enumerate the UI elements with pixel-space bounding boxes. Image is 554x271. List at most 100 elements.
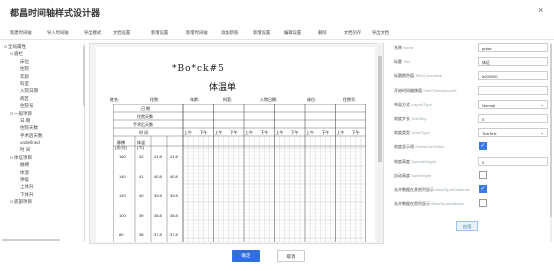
- property-hint: AllowSpanDataLine: [434, 187, 471, 192]
- tree-item[interactable]: 脉搏: [0, 161, 84, 168]
- toolbar-item-10[interactable]: 删除: [318, 30, 327, 36]
- chevron-down-icon[interactable]: ⌄: [541, 130, 544, 135]
- tree-item[interactable]: 住院号: [0, 102, 84, 109]
- tree-group[interactable]: ⊟全局属性: [0, 43, 84, 50]
- property-select[interactable]: TickText ⌄: [478, 128, 548, 138]
- document-scrollbar-thumb[interactable]: [378, 56, 382, 162]
- close-icon[interactable]: ×: [538, 5, 543, 15]
- patient-info-row: 姓名: 住院: 年龄: 科室: 入院日期: 床位: 住院号:: [110, 97, 368, 104]
- tree-item[interactable]: 住院天数: [0, 124, 84, 131]
- info-label: 入院日期:: [260, 97, 278, 102]
- scale-value: 39.8: [170, 193, 178, 198]
- property-label-text: 名称: [394, 45, 402, 50]
- tree-group[interactable]: ⊟一般项目: [0, 110, 84, 117]
- property-value: 体征: [482, 60, 490, 66]
- property-input[interactable]: 0: [478, 156, 548, 166]
- tree-group[interactable]: ⊟体征项目: [0, 154, 84, 161]
- window-title: 都昌时间轴样式设计器: [10, 8, 101, 18]
- tree-item[interactable]: 病区: [0, 95, 84, 102]
- tree-item[interactable]: undefined: [0, 139, 84, 146]
- toolbar-item-9[interactable]: 编辑设置: [284, 30, 301, 36]
- tree-item[interactable]: 科室: [0, 80, 84, 87]
- tree-group[interactable]: ⊟底部项目: [0, 198, 84, 205]
- temp-scale: 39: [139, 212, 144, 218]
- pulse-unit: (次/分): [115, 145, 127, 150]
- property-row: 自动高度 AutoHeight: [390, 170, 550, 181]
- toolbar-item-11[interactable]: 文档另存: [344, 30, 361, 36]
- property-value: TickText: [482, 131, 497, 137]
- property-label: 刻度显示线 ShowLineVisible: [394, 144, 444, 150]
- property-checkbox[interactable]: [479, 199, 487, 208]
- property-value: Normal: [482, 102, 495, 108]
- ampm-label: 上午: [184, 130, 192, 135]
- tree-label: 眉栏: [14, 51, 23, 57]
- property-label: 标题 Title: [394, 59, 411, 65]
- tree-item[interactable]: 下体升: [0, 191, 84, 198]
- property-label-text: 自动高度: [394, 172, 410, 178]
- tree-label: 科室: [20, 80, 29, 86]
- ok-button[interactable]: 确定: [232, 250, 260, 262]
- tree-item[interactable]: 手术后天数: [0, 132, 84, 139]
- property-scrollbar-thumb[interactable]: [550, 44, 552, 217]
- toolbar-item-3[interactable]: 导出模式: [84, 30, 101, 36]
- property-hint: Title: [402, 59, 411, 65]
- property-label-text: 布局方式: [394, 101, 410, 107]
- tree-item[interactable]: 床位: [0, 58, 84, 65]
- element-tree[interactable]: ⊟全局属性 ⊟眉栏 床位 住院 年龄 科室 入院日期 病区 住院号 ⊟一般项目日 期住院天数 手术后…: [0, 43, 85, 242]
- scale-value: 38.8: [154, 212, 162, 218]
- pulse-scale: 100: [119, 212, 126, 218]
- toolbar-item-2[interactable]: 导入时间轴: [47, 30, 68, 36]
- property-label: 刻度步长 TickStep: [394, 116, 427, 122]
- tree-item[interactable]: 日 期: [0, 117, 84, 124]
- property-row: 允许数据在首列显示 AllowSpanDataIdx: [390, 199, 550, 209]
- toolbar-item-8[interactable]: 新增设置: [253, 30, 270, 36]
- ampm-label: 上午: [245, 130, 253, 135]
- tree-label: 下体升: [20, 191, 34, 197]
- tree-item[interactable]: 上体升: [0, 183, 84, 190]
- toolbar-item-12[interactable]: 导出文档: [372, 30, 389, 36]
- tree-vertical-scrollbar[interactable]: [83, 46, 85, 106]
- property-select[interactable]: Normal ⌄: [478, 99, 548, 109]
- info-label: 年龄:: [190, 97, 200, 102]
- tree-item[interactable]: 时 间: [0, 146, 84, 153]
- property-checkbox[interactable]: [479, 170, 487, 179]
- property-label-text: 允许数据在其他列显示: [394, 187, 434, 192]
- property-input[interactable]: [478, 85, 548, 95]
- tree-label: 手术后天数: [20, 132, 43, 138]
- apply-button[interactable]: 应用: [456, 221, 478, 231]
- property-input[interactable]: 0: [478, 114, 548, 123]
- tree-item[interactable]: 入院日期: [0, 87, 84, 94]
- property-row: 标题 Title 体征: [390, 57, 550, 67]
- chevron-down-icon[interactable]: ⌄: [541, 102, 544, 107]
- property-input[interactable]: #000000: [478, 71, 548, 81]
- tree-item[interactable]: 住院: [0, 65, 84, 72]
- property-row: 刻度类型 ValueType TickText ⌄: [390, 128, 550, 138]
- property-row: 刻度高度 SpecialHeight 0: [390, 156, 550, 167]
- tree-item[interactable]: 体温: [0, 169, 84, 176]
- property-label: 布局方式 LayoutType: [394, 102, 432, 108]
- tree-item[interactable]: 呼吸: [0, 176, 84, 183]
- toolbar-item-7[interactable]: 添加新值: [221, 30, 238, 36]
- tree-label: 病区: [20, 95, 29, 101]
- property-label: 刻度高度 SpecialHeight: [394, 159, 436, 165]
- info-label: 科室:: [223, 97, 233, 102]
- property-checkbox[interactable]: ✓: [479, 142, 487, 151]
- tree-item[interactable]: 年龄: [0, 73, 84, 80]
- scale-value: 41.8: [154, 154, 162, 159]
- scale-value: 38.8: [170, 212, 178, 218]
- cancel-button[interactable]: 取消: [277, 250, 305, 262]
- tree-group[interactable]: ⊟眉栏: [0, 50, 84, 57]
- toolbar-item-6[interactable]: 新增时间轴: [186, 30, 207, 36]
- tree-horizontal-scrollbar[interactable]: [2, 239, 60, 241]
- toolbar-item-4[interactable]: 文档设置: [113, 30, 130, 36]
- toolbar-item-1[interactable]: 新建时间轴: [10, 30, 31, 36]
- property-checkbox[interactable]: ✓: [479, 185, 487, 193]
- scale-value: 39.8: [154, 193, 162, 198]
- tree-label: 呼吸: [20, 177, 29, 183]
- property-input[interactable]: pulse: [478, 43, 548, 52]
- toolbar-item-5[interactable]: 新增设置: [151, 30, 168, 36]
- property-input[interactable]: 体征: [478, 57, 548, 67]
- property-label: 自动高度 AutoHeight: [394, 173, 431, 179]
- property-label: 开始时间偏移值 StartTimeAmountX: [394, 88, 457, 94]
- property-row: 允许数据在其他列显示 AllowSpanDataLine ✓: [390, 185, 550, 195]
